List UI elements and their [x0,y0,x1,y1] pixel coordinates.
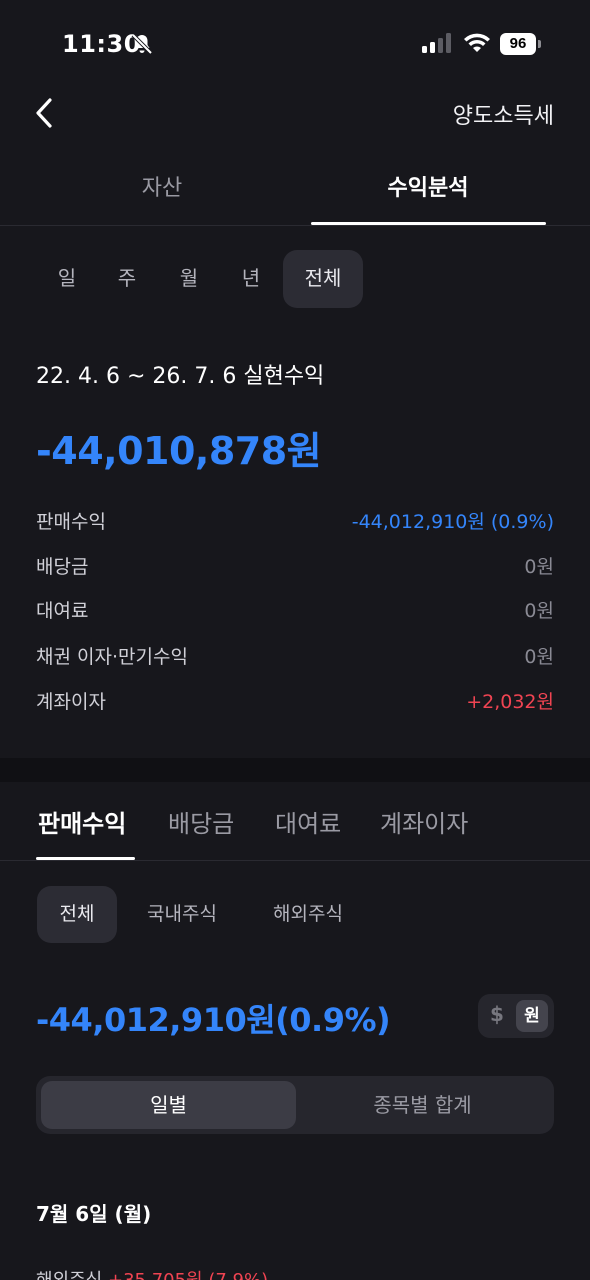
tab-profit-analysis[interactable]: 수익분석 [310,170,546,202]
section-separator [0,758,590,782]
currency-toggle[interactable]: $ 원 [478,994,554,1038]
battery-icon: 96 [500,33,542,55]
row-label: 배당금 [36,556,89,578]
row-value: -44,012,910원 (0.9%) [351,511,554,533]
row-label: 채권 이자·만기수익 [36,646,188,668]
summary-row-dividend: 배당금 0원 [36,552,554,580]
summary-row-account-interest: 계좌이자 +2,032원 [36,687,554,715]
currency-usd-option[interactable]: $ [490,1002,504,1026]
divider [0,225,590,226]
range-title: 22. 4. 6 ~ 26. 7. 6 실현수익 [36,364,325,389]
date-header: 7월 6일 (월) [36,1202,152,1226]
tab-assets[interactable]: 자산 [44,170,280,202]
category-tab-sales[interactable]: 판매수익 [38,804,126,839]
category-tab-lending-fee[interactable]: 대여료 [275,804,341,839]
row-value: 0원 [524,600,554,622]
row-label: 계좌이자 [36,691,106,713]
view-by-stock[interactable]: 종목별 합계 [296,1081,549,1129]
summary-row-bond-interest: 채권 이자·만기수익 0원 [36,642,554,670]
summary-row-sales: 판매수익 -44,012,910원 (0.9%) [36,507,554,535]
row-label: 대여료 [36,600,89,622]
category-tab-account-interest[interactable]: 계좌이자 [380,804,468,839]
currency-krw-option[interactable]: 원 [516,1000,548,1032]
view-daily[interactable]: 일별 [41,1081,296,1129]
market-filter-all[interactable]: 전체 [37,886,117,943]
signal-icon [422,33,451,53]
wifi-icon [464,33,490,52]
row-value: +2,032원 [466,691,554,713]
view-segmented-control: 일별 종목별 합계 [36,1076,554,1134]
period-week[interactable]: 주 [97,250,157,308]
back-chevron-icon[interactable] [30,96,60,130]
capital-gains-tax-link[interactable]: 양도소득세 [453,98,554,130]
row-value: 0원 [524,556,554,578]
bell-off-icon [131,33,153,55]
row-label: 판매수익 [36,511,106,533]
market-filter-overseas[interactable]: 해외주식 [256,886,360,943]
realized-profit-total: -44,010,878원 [36,429,322,473]
period-month[interactable]: 월 [159,250,219,308]
period-year[interactable]: 년 [221,250,281,308]
summary-row-lending-fee: 대여료 0원 [36,596,554,624]
category-tab-dividend[interactable]: 배당금 [168,804,234,839]
sales-profit-amount: -44,012,910원(0.9%) [36,1001,391,1039]
entry-label: 해외주식 [36,1270,102,1280]
period-all[interactable]: 전체 [283,250,363,308]
divider [0,860,590,861]
row-value: 0원 [524,646,554,668]
list-item[interactable]: 해외주식 +35,705원 (7.9%) [36,1266,268,1280]
entry-value: +35,705원 (7.9%) [108,1270,268,1280]
market-filter-domestic[interactable]: 국내주식 [130,886,234,943]
battery-level: 96 [500,33,536,55]
period-day[interactable]: 일 [37,250,97,308]
